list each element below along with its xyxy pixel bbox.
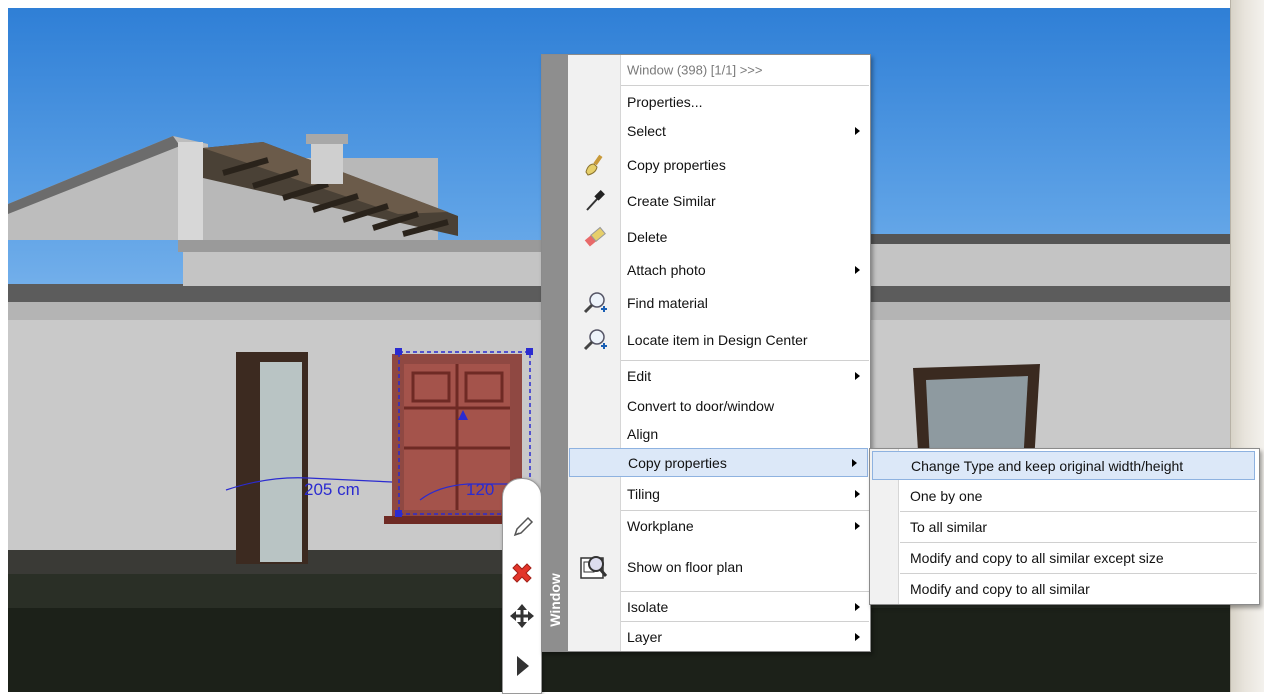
menu-item-label: Workplane <box>627 518 694 534</box>
submenu-item-label: One by one <box>910 487 983 504</box>
menu-item-workplane[interactable]: Workplane <box>568 511 870 541</box>
menu-item-find-material[interactable]: Find material <box>568 285 870 321</box>
menu-item-label: Edit <box>627 368 652 384</box>
paint-brush-icon <box>582 152 608 178</box>
menu-item-select[interactable]: Select <box>568 116 870 146</box>
menu-item-delete[interactable]: Delete <box>568 219 870 255</box>
menu-separator <box>621 85 869 86</box>
submenu-arrow-icon <box>855 632 860 641</box>
menu-item-align[interactable]: Align <box>568 421 870 447</box>
submenu-arrow-icon <box>855 603 860 611</box>
menu-item-convert-to-door-window[interactable]: Convert to door/window <box>568 391 870 421</box>
menu-item-layer[interactable]: Layer <box>568 622 870 651</box>
menu-item-label: Select <box>627 123 666 139</box>
menu-item-show-on-floor-plan[interactable]: Show on floor plan <box>568 542 870 592</box>
menu-item-create-similar[interactable]: Create Similar <box>568 183 870 219</box>
menu-item-label: Find material <box>627 295 708 311</box>
copy-properties-submenu: Change Type and keep original width/heig… <box>869 448 1260 605</box>
menu-item-isolate[interactable]: Isolate <box>568 592 870 622</box>
menu-item-properties[interactable]: Properties... <box>568 88 870 116</box>
menu-header: Window (398) [1/1] >>> <box>568 55 870 85</box>
menu-item-label: Isolate <box>627 599 669 615</box>
pencil-icon[interactable] <box>507 513 537 543</box>
magnifier-plus-icon <box>582 327 608 353</box>
menu-item-label: Show on floor plan <box>627 559 743 575</box>
menu-item-copy-properties-submenu[interactable]: Copy properties <box>569 448 868 477</box>
menu-header-label: Window (398) [1/1] >>> <box>627 62 763 78</box>
menu-item-label: Layer <box>627 628 663 645</box>
menu-item-copy-properties[interactable]: Copy properties <box>568 147 870 183</box>
menu-item-locate-in-design-center[interactable]: Locate item in Design Center <box>568 321 870 359</box>
submenu-item-to-all-similar[interactable]: To all similar <box>870 511 1259 542</box>
eyedropper-icon <box>582 188 608 214</box>
submenu-item-label: Modify and copy to all similar <box>910 580 1090 597</box>
submenu-item-label: Change Type and keep original width/heig… <box>911 457 1184 474</box>
submenu-item-change-type-keep-size[interactable]: Change Type and keep original width/heig… <box>872 451 1255 480</box>
dimension-width-label[interactable]: 205 cm <box>304 480 360 500</box>
submenu-item-modify-copy-all-similar[interactable]: Modify and copy to all similar <box>870 573 1259 604</box>
menu-item-label: Copy properties <box>627 157 726 173</box>
floor-plan-search-icon <box>578 552 608 582</box>
menu-item-label: Properties... <box>627 94 703 110</box>
submenu-arrow-icon <box>855 490 860 498</box>
dimension-height-label[interactable]: 120 <box>466 480 494 500</box>
submenu-item-label: To all similar <box>910 518 988 535</box>
menu-item-label: Locate item in Design Center <box>627 332 808 348</box>
menu-item-tiling[interactable]: Tiling <box>568 479 870 509</box>
menu-item-label: Copy properties <box>628 454 727 471</box>
menu-item-label: Align <box>627 426 659 442</box>
submenu-arrow-icon <box>855 127 860 135</box>
context-menu: Window Window (398) [1/1] >>> Properties… <box>541 54 871 652</box>
move-arrows-icon[interactable] <box>507 601 537 631</box>
menu-item-label: Convert to door/window <box>627 398 775 414</box>
menu-item-label: Tiling <box>627 486 660 502</box>
menu-item-label: Create Similar <box>627 193 716 209</box>
menu-item-edit[interactable]: Edit <box>568 361 870 391</box>
menu-item-label: Delete <box>627 229 668 245</box>
submenu-arrow-icon <box>855 266 860 274</box>
submenu-arrow-icon <box>855 522 860 530</box>
object-quick-toolbar <box>502 478 542 694</box>
expand-arrow-icon[interactable] <box>507 651 537 681</box>
submenu-item-modify-copy-except-size[interactable]: Modify and copy to all similar except si… <box>870 542 1259 573</box>
submenu-item-one-by-one[interactable]: One by one <box>870 480 1259 511</box>
menu-item-label: Attach photo <box>627 262 706 278</box>
submenu-arrow-icon <box>855 372 860 380</box>
magnifier-plus-icon <box>582 290 608 316</box>
submenu-item-label: Modify and copy to all similar except si… <box>910 549 1164 566</box>
eraser-icon <box>582 224 608 250</box>
delete-x-icon[interactable] <box>507 559 537 589</box>
menu-side-label: Window <box>547 573 563 627</box>
menu-item-attach-photo[interactable]: Attach photo <box>568 255 870 285</box>
submenu-arrow-icon <box>852 458 857 467</box>
